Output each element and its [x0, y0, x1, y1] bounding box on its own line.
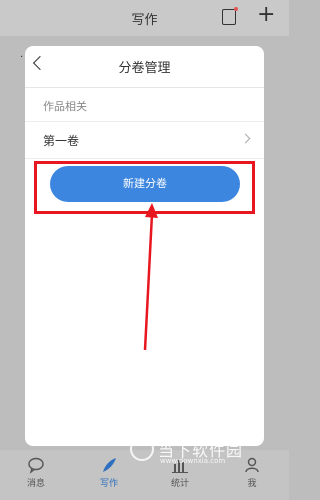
watermark: 当下软件园 www.downxia.com — [130, 437, 280, 467]
watermark-logo-icon — [130, 437, 154, 461]
watermark-url: www.downxia.com — [160, 457, 226, 465]
arrow-annotation — [143, 203, 158, 351]
